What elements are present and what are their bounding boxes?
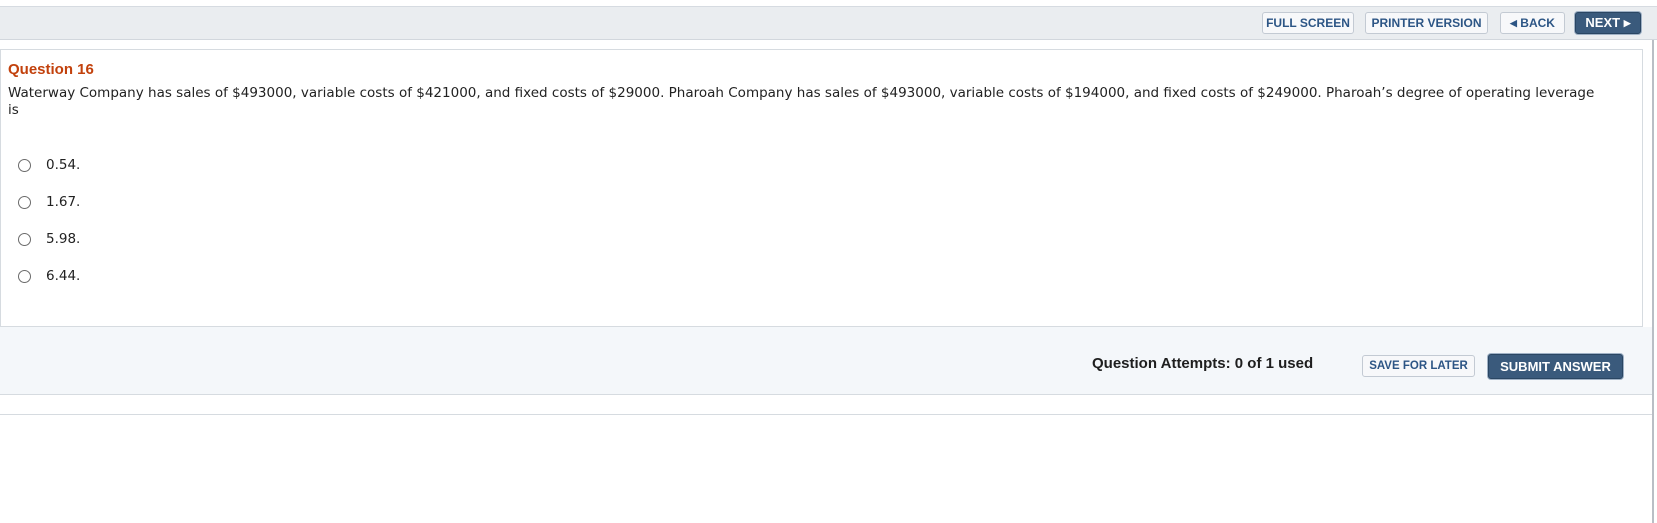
answer-option-1[interactable]: 0.54. <box>18 155 80 175</box>
submit-answer-button[interactable]: SUBMIT ANSWER <box>1488 354 1623 379</box>
chevron-right-icon: ▶ <box>1623 18 1631 28</box>
answer-option-label: 5.98. <box>46 231 81 247</box>
next-label: NEXT <box>1585 15 1621 30</box>
scrollbar-track[interactable] <box>1652 40 1654 523</box>
bottom-divider <box>0 414 1652 415</box>
top-toolbar: FULL SCREEN PRINTER VERSION ◀ BACK NEXT … <box>0 7 1657 40</box>
answer-option-4[interactable]: 6.44. <box>18 266 80 286</box>
radio-button[interactable] <box>18 195 31 209</box>
answer-option-label: 6.44. <box>46 268 81 284</box>
submit-answer-label: SUBMIT ANSWER <box>1500 359 1611 374</box>
question-title: Question 16 <box>8 61 94 78</box>
question-panel: Question 16 Waterway Company has sales o… <box>0 49 1643 327</box>
next-button[interactable]: NEXT ▶ <box>1575 12 1641 34</box>
save-for-later-button[interactable]: SAVE FOR LATER <box>1362 355 1475 377</box>
printer-version-label: PRINTER VERSION <box>1371 16 1482 30</box>
answer-option-2[interactable]: 1.67. <box>18 192 80 212</box>
radio-button[interactable] <box>18 158 31 172</box>
back-button[interactable]: ◀ BACK <box>1500 12 1565 34</box>
back-label: BACK <box>1520 16 1555 30</box>
full-screen-button[interactable]: FULL SCREEN <box>1262 12 1354 34</box>
answer-footer: Question Attempts: 0 of 1 used SAVE FOR … <box>0 327 1652 395</box>
radio-button[interactable] <box>18 232 31 246</box>
answer-option-3[interactable]: 5.98. <box>18 229 80 249</box>
question-attempts-text: Question Attempts: 0 of 1 used <box>1092 355 1314 372</box>
question-text: Waterway Company has sales of $493000, v… <box>8 85 1595 118</box>
radio-button[interactable] <box>18 269 31 283</box>
answer-option-label: 1.67. <box>46 194 81 210</box>
answer-option-label: 0.54. <box>46 157 81 173</box>
full-screen-label: FULL SCREEN <box>1266 16 1350 30</box>
printer-version-button[interactable]: PRINTER VERSION <box>1365 12 1488 34</box>
chevron-left-icon: ◀ <box>1510 18 1517 28</box>
save-for-later-label: SAVE FOR LATER <box>1369 360 1468 372</box>
